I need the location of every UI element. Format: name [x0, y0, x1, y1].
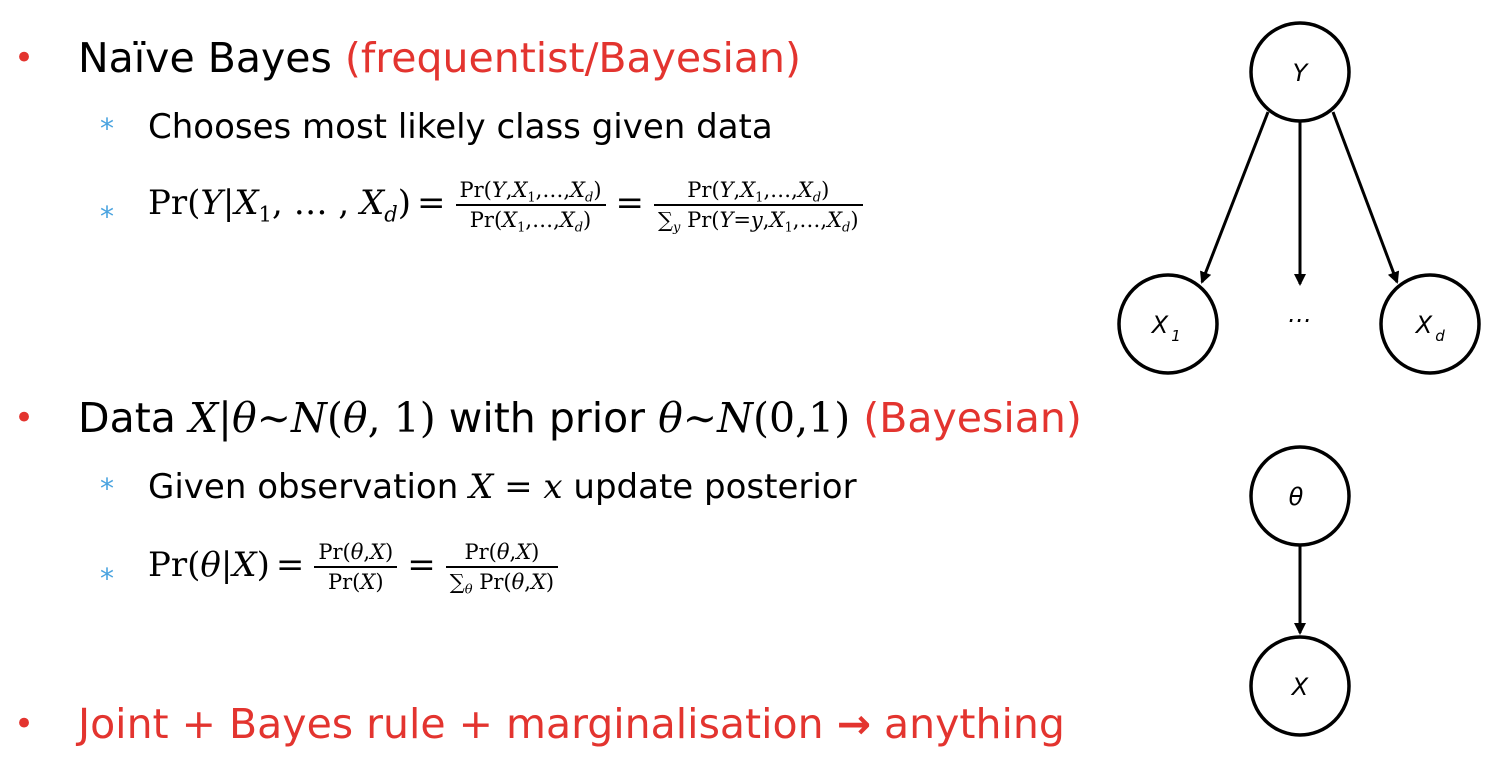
- node-x1: X 1: [1117, 273, 1219, 375]
- naive-bayes-graph: Y X 1 … X d: [1117, 21, 1481, 375]
- ellipsis: …: [1288, 300, 1312, 328]
- node-y-label: Y: [1293, 59, 1310, 87]
- graphical-models: Y X 1 … X d θ X: [1117, 21, 1481, 737]
- bayesian-graph: θ X: [1249, 445, 1351, 737]
- edge-y-xd: [1331, 111, 1400, 284]
- node-x1-subscript: 1: [1171, 327, 1181, 345]
- node-xd-label: X: [1414, 311, 1433, 339]
- node-theta-label: θ: [1289, 483, 1304, 511]
- node-theta: θ: [1249, 445, 1351, 547]
- node-y: Y: [1249, 21, 1351, 123]
- node-xd-subscript: d: [1435, 327, 1445, 345]
- node-x: X: [1249, 635, 1351, 737]
- edge-y-x1: [1200, 111, 1270, 284]
- node-x-label: X: [1290, 673, 1309, 701]
- node-xd: X d: [1379, 273, 1481, 375]
- node-x1-label: X: [1150, 311, 1169, 339]
